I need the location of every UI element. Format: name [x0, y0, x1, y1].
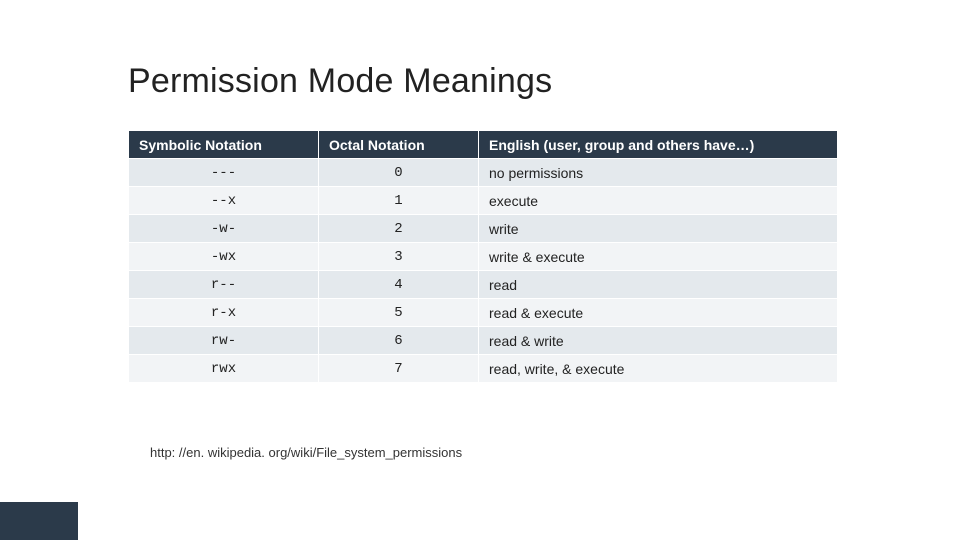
cell-symbolic: r-- [129, 271, 319, 299]
cell-english: read & execute [479, 299, 838, 327]
cell-octal: 5 [319, 299, 479, 327]
table-row: rwx 7 read, write, & execute [129, 355, 838, 383]
header-symbolic: Symbolic Notation [129, 131, 319, 159]
cell-octal: 6 [319, 327, 479, 355]
cell-english: read [479, 271, 838, 299]
cell-octal: 0 [319, 159, 479, 187]
cell-symbolic: rwx [129, 355, 319, 383]
cell-english: write [479, 215, 838, 243]
cell-english: read & write [479, 327, 838, 355]
table-row: -w- 2 write [129, 215, 838, 243]
cell-english: write & execute [479, 243, 838, 271]
cell-english: execute [479, 187, 838, 215]
cell-symbolic: --- [129, 159, 319, 187]
cell-octal: 1 [319, 187, 479, 215]
header-english: English (user, group and others have…) [479, 131, 838, 159]
cell-octal: 3 [319, 243, 479, 271]
header-octal: Octal Notation [319, 131, 479, 159]
cell-symbolic: -w- [129, 215, 319, 243]
table-header-row: Symbolic Notation Octal Notation English… [129, 131, 838, 159]
cell-octal: 4 [319, 271, 479, 299]
corner-decoration [0, 502, 78, 540]
cell-octal: 7 [319, 355, 479, 383]
slide: Permission Mode Meanings Symbolic Notati… [0, 0, 960, 540]
cell-symbolic: --x [129, 187, 319, 215]
table-row: --- 0 no permissions [129, 159, 838, 187]
page-title: Permission Mode Meanings [128, 62, 552, 101]
cell-octal: 2 [319, 215, 479, 243]
table-row: --x 1 execute [129, 187, 838, 215]
table-row: r-- 4 read [129, 271, 838, 299]
permissions-table: Symbolic Notation Octal Notation English… [128, 130, 838, 383]
cell-symbolic: rw- [129, 327, 319, 355]
table-row: r-x 5 read & execute [129, 299, 838, 327]
cell-english: read, write, & execute [479, 355, 838, 383]
table-row: -wx 3 write & execute [129, 243, 838, 271]
cell-symbolic: -wx [129, 243, 319, 271]
cell-english: no permissions [479, 159, 838, 187]
table-row: rw- 6 read & write [129, 327, 838, 355]
source-footnote: http: //en. wikipedia. org/wiki/File_sys… [150, 445, 462, 460]
cell-symbolic: r-x [129, 299, 319, 327]
